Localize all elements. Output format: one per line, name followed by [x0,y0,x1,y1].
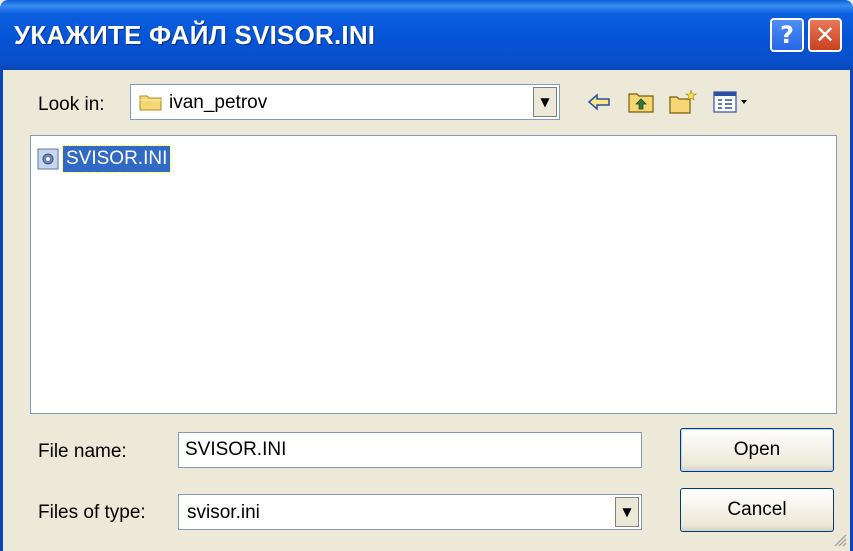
look-in-dropdown[interactable]: ivan_petrov ▼ [130,84,560,120]
back-icon[interactable] [584,87,614,117]
folder-icon [139,95,162,111]
resize-grip-icon[interactable] [831,531,847,547]
file-name-label: File name: [38,441,127,462]
chevron-down-icon[interactable]: ▼ [533,87,557,117]
file-list[interactable]: SVISOR.INI [30,135,837,414]
view-menu-icon[interactable] [712,87,752,117]
close-button[interactable]: ✕ [808,18,842,52]
file-type-dropdown[interactable]: svisor.ini ▼ [178,494,642,530]
settings-file-icon [37,148,59,170]
new-folder-icon[interactable] [668,87,698,117]
chevron-down-icon[interactable]: ▼ [615,497,639,527]
open-button[interactable]: Open [680,428,834,472]
dialog-title: УКАЖИТЕ ФАЙЛ SVISOR.INI [14,20,376,50]
file-name-selected: SVISOR.INI [61,145,172,173]
cancel-button[interactable]: Cancel [680,488,834,532]
help-button[interactable]: ? [770,18,804,52]
look-in-label: Look in: [38,94,105,115]
up-folder-icon[interactable] [626,87,656,117]
file-type-label: Files of type: [38,502,146,523]
file-type-value: svisor.ini [187,502,260,523]
file-name-input[interactable]: SVISOR.INI [178,432,642,468]
file-open-dialog: УКАЖИТЕ ФАЙЛ SVISOR.INI ? ✕ Look in: iva… [0,0,853,551]
look-in-value: ivan_petrov [169,92,268,113]
title-bar[interactable]: УКАЖИТЕ ФАЙЛ SVISOR.INI ? ✕ [0,0,853,70]
